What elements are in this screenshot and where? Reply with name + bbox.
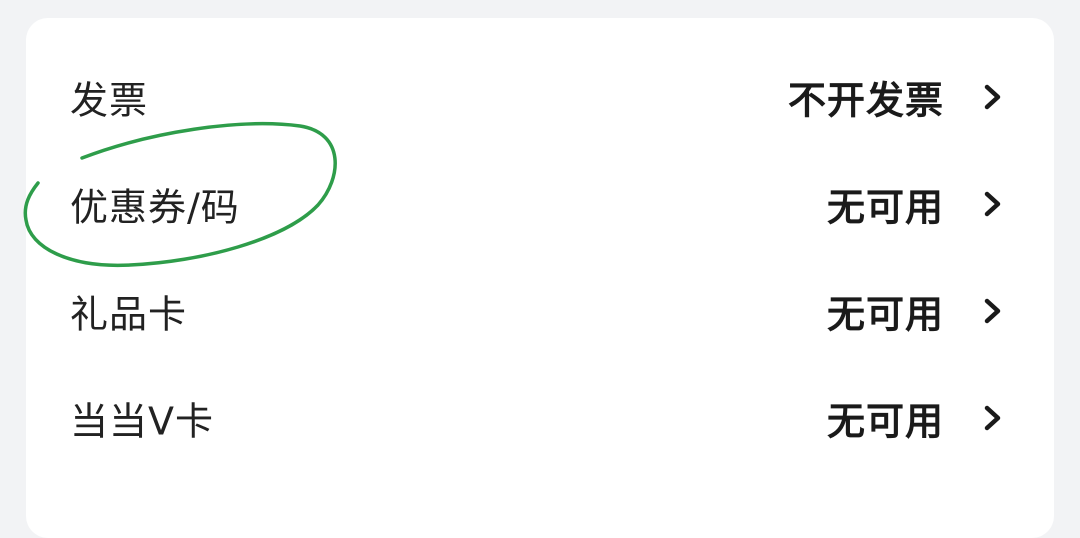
- gift-card-row[interactable]: 礼品卡 无可用: [26, 258, 1054, 364]
- gift-card-value: 无可用: [826, 292, 944, 337]
- chevron-right-icon: [984, 191, 1001, 217]
- invoice-label: 发票: [70, 78, 149, 123]
- coupon-value: 无可用: [826, 185, 944, 230]
- chevron-right-icon: [984, 84, 1001, 110]
- invoice-value: 不开发票: [787, 78, 944, 123]
- invoice-row[interactable]: 发票 不开发票: [26, 44, 1054, 150]
- gift-card-label: 礼品卡: [70, 292, 188, 337]
- dangdang-v-card-value: 无可用: [826, 399, 944, 444]
- dangdang-v-card-row[interactable]: 当当V卡 无可用: [26, 365, 1054, 471]
- chevron-right-icon: [984, 405, 1001, 431]
- checkout-options-card: 发票 不开发票 优惠券/码 无可用 礼品卡 无可用 当当V卡 无可用: [26, 18, 1054, 538]
- dangdang-v-card-label: 当当V卡: [70, 399, 214, 444]
- chevron-right-icon: [984, 298, 1001, 324]
- coupon-label: 优惠券/码: [70, 185, 240, 230]
- coupon-row[interactable]: 优惠券/码 无可用: [26, 151, 1054, 257]
